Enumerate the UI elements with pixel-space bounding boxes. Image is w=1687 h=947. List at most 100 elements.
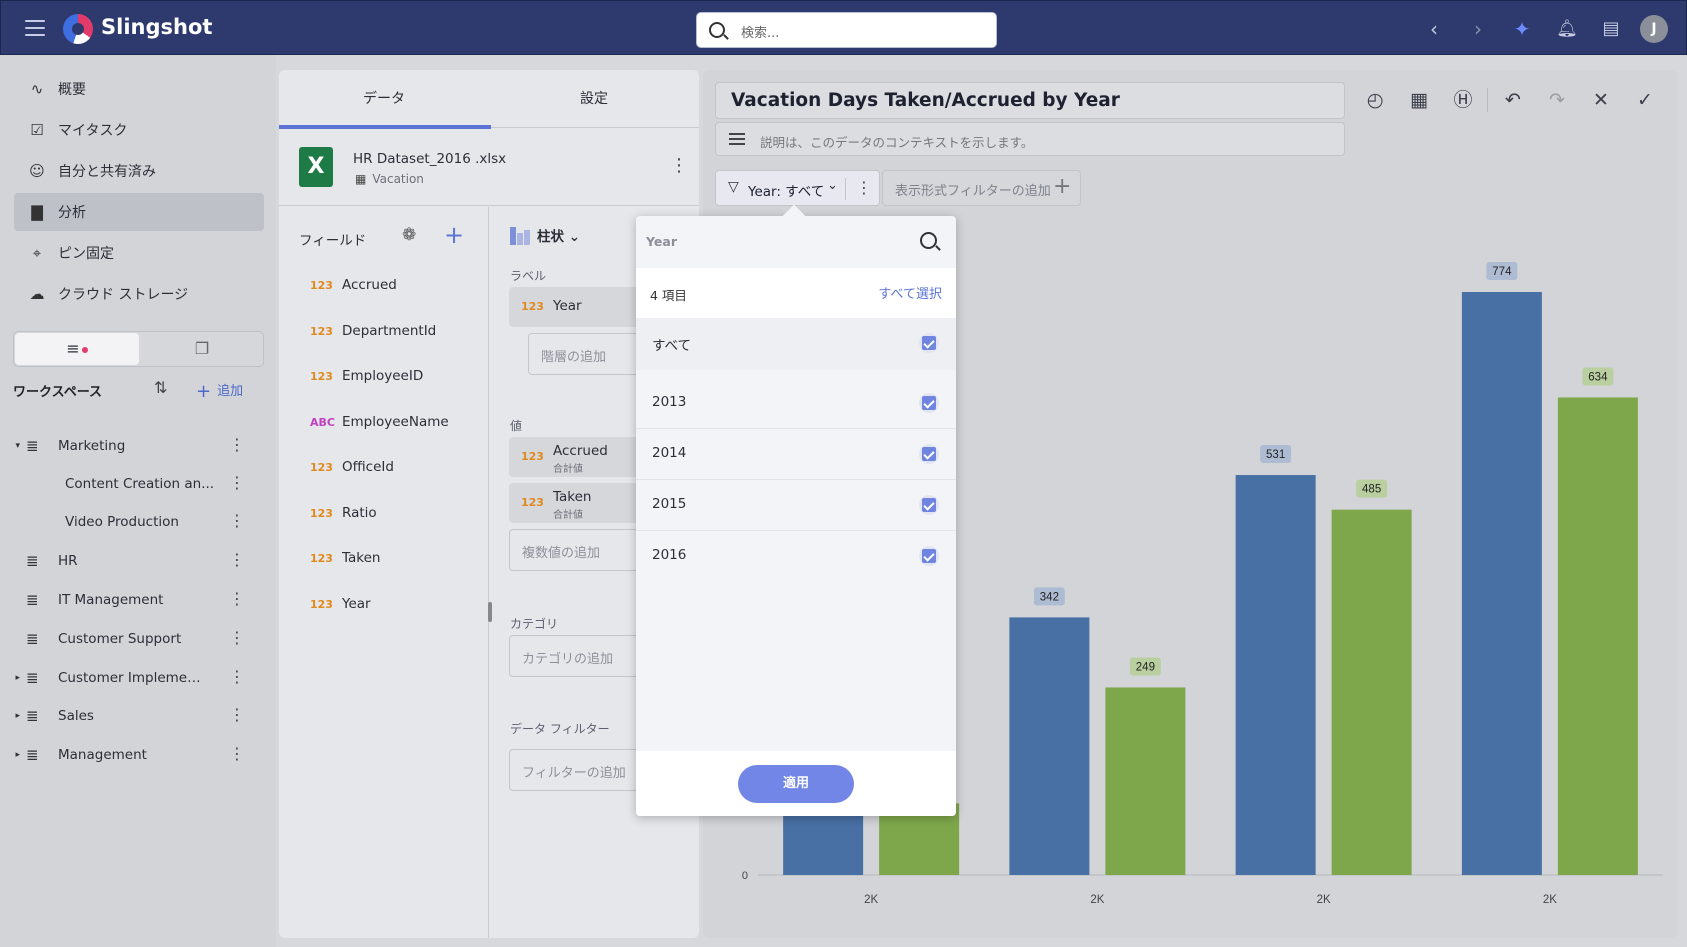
option-2013[interactable]: 2013 (636, 378, 956, 428)
search-icon[interactable] (920, 232, 937, 249)
chat-icon[interactable]: ▤ (1597, 15, 1625, 43)
y-tick-label: 0 (742, 870, 748, 882)
nav-item-my-tasks[interactable]: ☑マイタスク (14, 111, 264, 149)
field-employeeid[interactable]: 123EmployeeID (310, 368, 423, 384)
panel-resize-handle[interactable] (488, 602, 492, 622)
workspace-item-hr[interactable]: ≣HR⋮ (0, 546, 260, 576)
nav-item-analytics[interactable]: ▇分析 (14, 193, 264, 231)
nav-item-pinned[interactable]: ⌖ピン固定 (14, 234, 264, 272)
field-accrued[interactable]: 123Accrued (310, 277, 397, 293)
dropdown-count-row: 4 項目 すべて選択 (636, 268, 956, 318)
caret-right-icon[interactable]: ▸ (0, 711, 20, 721)
layers-icon: ≣ (26, 746, 50, 764)
x-tick-label: 2K (1317, 894, 1331, 906)
dataset-header: X HR Dataset_2016 .xlsx ▦Vacation ⋮ (279, 129, 699, 206)
excel-file-icon: X (299, 147, 333, 187)
sheet-name: ▦Vacation (355, 172, 424, 186)
bar (1332, 510, 1412, 875)
kebab-icon[interactable]: ⋮ (229, 436, 245, 454)
layers-icon: ≣ (26, 669, 50, 687)
x-tick-label: 2K (1543, 894, 1557, 906)
kebab-icon[interactable]: ⋮ (229, 745, 245, 763)
checkbox-checked-icon[interactable] (919, 546, 939, 566)
layers-tab[interactable]: ≡ (15, 333, 139, 365)
field-employeename[interactable]: ABCEmployeeName (310, 414, 449, 430)
chart-type-selector[interactable]: 柱状 ⌄ (510, 225, 580, 249)
kebab-icon[interactable]: ⋮ (229, 551, 245, 569)
field-officeid[interactable]: 123OfficeId (310, 459, 394, 475)
workspace-segmented-control: ≡ ❐ (13, 331, 264, 367)
workspace-item-sales[interactable]: ▸≣Sales⋮ (0, 701, 260, 731)
search-input[interactable]: 検索... (741, 22, 779, 41)
brain-icon[interactable]: ❁ (402, 225, 416, 245)
bookmark-tab[interactable]: ❐ (140, 333, 264, 365)
chevron-down-icon: ⌄ (569, 229, 580, 245)
field-departmentid[interactable]: 123DepartmentId (310, 323, 436, 339)
values-section-title: 値 (510, 417, 522, 434)
apply-button[interactable]: 適用 (738, 765, 854, 803)
kebab-icon[interactable]: ⋮ (229, 590, 245, 608)
workspace-item-customer-implementation[interactable]: ▸≣Customer Implementa...⋮ (0, 663, 260, 693)
workspace-item-content-creation[interactable]: Content Creation an...⋮ (0, 469, 260, 499)
sort-icon[interactable]: ⇅ (154, 378, 167, 397)
workspace-item-management[interactable]: ▸≣Management⋮ (0, 740, 260, 770)
field-ratio[interactable]: 123Ratio (310, 505, 377, 521)
bar (1558, 397, 1638, 875)
dataset-name: HR Dataset_2016 .xlsx (353, 151, 506, 167)
search-icon (709, 22, 725, 38)
left-navigation: ∿概要 ☑マイタスク ☺自分と共有済み ▇分析 ⌖ピン固定 ☁クラウド ストレー… (0, 55, 276, 947)
kebab-icon[interactable]: ⋮ (229, 474, 245, 492)
add-workspace-button[interactable]: +追加 (196, 380, 243, 402)
caret-right-icon[interactable]: ▸ (0, 673, 20, 683)
hamburger-menu-icon[interactable] (25, 20, 45, 36)
caret-right-icon[interactable]: ▸ (0, 750, 20, 760)
nav-item-shared[interactable]: ☺自分と共有済み (14, 152, 264, 190)
x-tick-label: 2K (864, 894, 878, 906)
option-all[interactable]: すべて (636, 318, 956, 370)
bell-icon[interactable]: 🔔︎ (1553, 15, 1581, 43)
sparkle-icon[interactable]: ✦ (1508, 15, 1536, 43)
select-all-link[interactable]: すべて選択 (878, 283, 942, 302)
workspace-item-marketing[interactable]: ▾≣Marketing⋮ (0, 431, 260, 461)
add-field-button[interactable]: + (444, 221, 464, 249)
global-search[interactable]: 検索... (696, 12, 997, 48)
dropdown-search-input[interactable]: Year (646, 234, 677, 249)
data-label: 342 (1040, 591, 1059, 603)
task-icon: ☑ (26, 121, 48, 139)
nav-item-cloud-storage[interactable]: ☁クラウド ストレージ (14, 275, 264, 313)
shared-user-icon: ☺ (26, 162, 48, 180)
checkbox-checked-icon[interactable] (919, 444, 939, 464)
option-2016[interactable]: 2016 (636, 531, 956, 581)
item-count: 4 項目 (650, 285, 687, 304)
bar (1462, 292, 1542, 875)
layers-icon: ≣ (26, 707, 50, 725)
field-taken[interactable]: 123Taken (310, 550, 380, 566)
kebab-icon[interactable]: ⋮ (229, 629, 245, 647)
workspace-item-it-management[interactable]: ≣IT Management⋮ (0, 585, 260, 615)
kebab-icon[interactable]: ⋮ (229, 706, 245, 724)
nav-item-overview[interactable]: ∿概要 (14, 70, 264, 108)
layers-icon: ≣ (26, 552, 50, 570)
checkbox-checked-icon[interactable] (919, 495, 939, 515)
kebab-icon[interactable]: ⋮ (229, 512, 245, 530)
chevron-right-icon[interactable]: › (1464, 15, 1492, 43)
tab-settings[interactable]: 設定 (489, 70, 699, 128)
chevron-left-icon[interactable]: ‹ (1420, 15, 1448, 43)
option-2015[interactable]: 2015 (636, 480, 956, 530)
avatar[interactable]: J (1640, 15, 1668, 43)
checkbox-checked-icon[interactable] (919, 393, 939, 413)
tab-data[interactable]: データ (279, 70, 489, 128)
kebab-icon[interactable]: ⋮ (229, 668, 245, 686)
dataset-menu-icon[interactable]: ⋮ (670, 155, 688, 176)
caret-down-icon[interactable]: ▾ (0, 441, 20, 451)
workspace-item-customer-support[interactable]: ≣Customer Support⋮ (0, 624, 260, 654)
layers-icon: ≡ (66, 339, 79, 358)
option-2014[interactable]: 2014 (636, 429, 956, 479)
dropdown-search[interactable]: Year (636, 216, 956, 268)
category-section-title: カテゴリ (510, 615, 558, 632)
workspace-title: ワークスペース (13, 381, 102, 400)
checkbox-checked-icon[interactable] (919, 333, 939, 353)
brand-name: Slingshot (101, 15, 212, 39)
workspace-item-video-production[interactable]: Video Production⋮ (0, 507, 260, 537)
field-year[interactable]: 123Year (310, 596, 371, 612)
